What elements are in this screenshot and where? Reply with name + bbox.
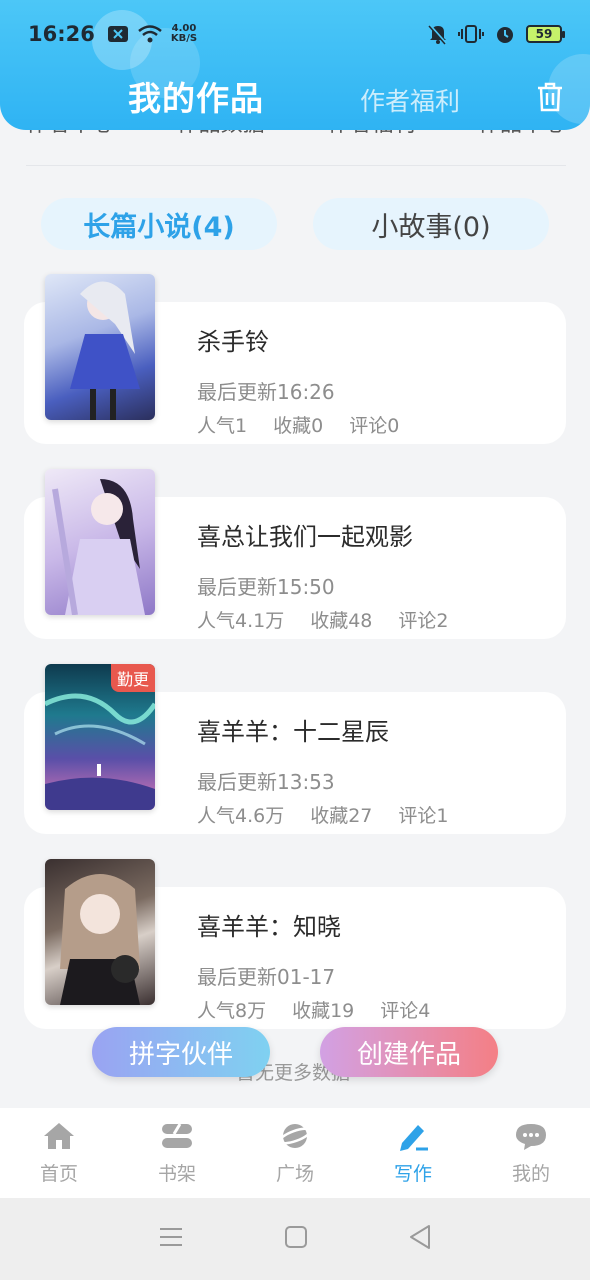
book-stats: 人气1 收藏0 评论0 bbox=[197, 411, 399, 438]
popularity: 人气4.6万 bbox=[197, 805, 285, 827]
book-title: 喜羊羊：知晓 bbox=[197, 913, 341, 941]
wifi-icon bbox=[137, 24, 163, 44]
book-cover[interactable] bbox=[45, 859, 155, 1005]
partner-button[interactable]: 拼字伙伴 bbox=[92, 1027, 270, 1077]
favorites: 收藏48 bbox=[310, 610, 373, 632]
status-bar: 16:26 4.00 KB/S 59 bbox=[0, 14, 590, 54]
book-updated: 最后更新15:50 bbox=[197, 575, 335, 599]
chat-bubble-icon bbox=[514, 1121, 548, 1155]
comments: 评论4 bbox=[380, 1000, 431, 1022]
book-updated: 最后更新16:26 bbox=[197, 380, 335, 404]
bookshelf-icon bbox=[160, 1121, 194, 1155]
book-title: 喜总让我们一起观影 bbox=[197, 523, 413, 551]
pen-icon bbox=[396, 1121, 430, 1155]
book-cover[interactable]: 勤更 bbox=[45, 664, 155, 810]
create-work-button[interactable]: 创建作品 bbox=[320, 1027, 498, 1077]
tab-author-benefits[interactable]: 作者福利 bbox=[360, 82, 460, 118]
status-time: 16:26 bbox=[28, 22, 95, 46]
comments: 评论1 bbox=[398, 805, 449, 827]
planet-icon bbox=[278, 1121, 312, 1155]
comments: 评论2 bbox=[398, 610, 449, 632]
page-title[interactable]: 我的作品 bbox=[128, 72, 264, 120]
book-stats: 人气4.6万 收藏27 评论1 bbox=[197, 801, 449, 828]
book-title: 杀手铃 bbox=[197, 328, 269, 356]
menu-icon[interactable] bbox=[158, 1226, 184, 1252]
book-stats: 人气4.1万 收藏48 评论2 bbox=[197, 606, 449, 633]
nav-item-bookshelf[interactable]: 书架 bbox=[127, 1121, 227, 1186]
tab-short-story[interactable]: 小故事(0) bbox=[313, 198, 549, 250]
nav-item-write[interactable]: 写作 bbox=[363, 1121, 463, 1186]
nav-label: 书架 bbox=[157, 1162, 196, 1185]
bottom-nav: 首页 书架 广场 写作 我的 bbox=[0, 1108, 590, 1198]
home-icon bbox=[42, 1121, 76, 1155]
nav-label: 我的 bbox=[511, 1162, 550, 1185]
nav-item-home[interactable]: 首页 bbox=[9, 1121, 109, 1186]
nav-label: 首页 bbox=[39, 1162, 78, 1185]
notification-x-icon bbox=[107, 25, 129, 43]
popularity: 人气4.1万 bbox=[197, 610, 285, 632]
book-updated: 最后更新01-17 bbox=[197, 965, 336, 989]
favorites: 收藏19 bbox=[292, 1000, 355, 1022]
favorites: 收藏27 bbox=[310, 805, 373, 827]
battery-level: 59 bbox=[535, 27, 553, 41]
back-icon[interactable] bbox=[408, 1224, 432, 1254]
silent-bell-icon bbox=[428, 23, 448, 45]
book-cover[interactable] bbox=[45, 469, 155, 615]
popularity: 人气8万 bbox=[197, 1000, 267, 1022]
trash-icon[interactable] bbox=[534, 80, 566, 114]
book-updated: 最后更新13:53 bbox=[197, 770, 335, 794]
alarm-icon bbox=[494, 23, 516, 45]
book-stats: 人气8万 收藏19 评论4 bbox=[197, 996, 430, 1023]
system-nav-bar bbox=[0, 1198, 590, 1280]
popularity: 人气1 bbox=[197, 415, 248, 437]
header: 16:26 4.00 KB/S 59 我的作品 作者福利 bbox=[0, 0, 590, 130]
comments: 评论0 bbox=[349, 415, 400, 437]
tab-long-novel[interactable]: 长篇小说(4) bbox=[41, 198, 277, 250]
nav-label: 广场 bbox=[275, 1162, 314, 1185]
favorites: 收藏0 bbox=[273, 415, 324, 437]
net-speed: 4.00 KB/S bbox=[171, 24, 197, 44]
nav-item-square[interactable]: 广场 bbox=[245, 1121, 345, 1186]
net-speed-unit: KB/S bbox=[170, 33, 198, 44]
diligent-update-badge: 勤更 bbox=[110, 664, 155, 692]
book-title: 喜羊羊：十二星辰 bbox=[197, 718, 389, 746]
battery-icon: 59 bbox=[526, 25, 565, 43]
book-cover[interactable] bbox=[45, 274, 155, 420]
nav-label: 写作 bbox=[393, 1162, 432, 1185]
nav-item-mine[interactable]: 我的 bbox=[481, 1121, 581, 1186]
vibrate-icon bbox=[458, 24, 484, 44]
home-square-icon[interactable] bbox=[284, 1225, 308, 1253]
